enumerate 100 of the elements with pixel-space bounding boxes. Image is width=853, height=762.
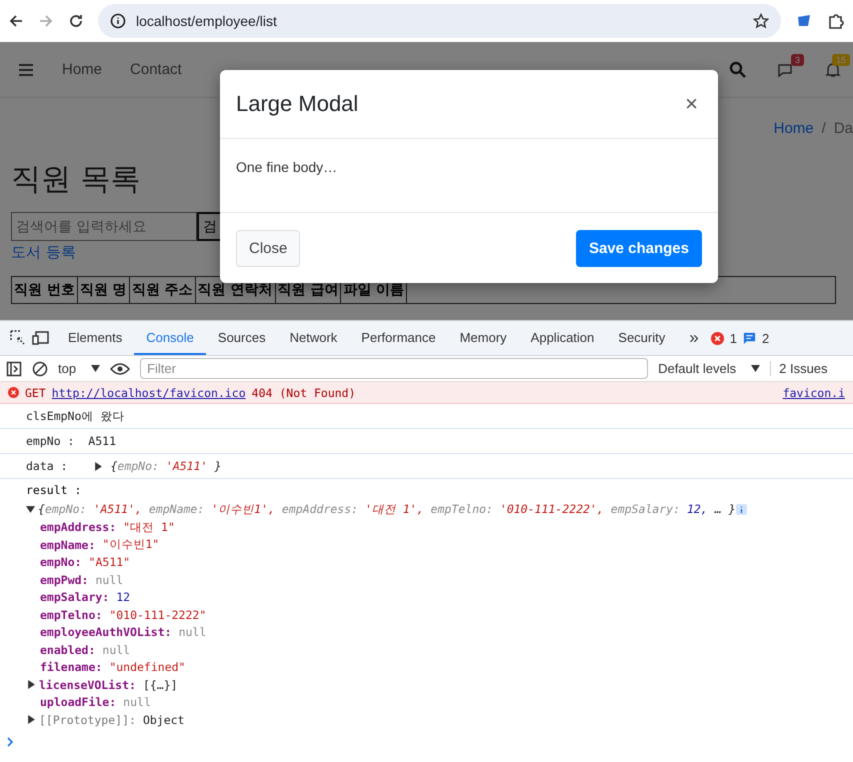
page-title: 직원 목록 (11, 161, 141, 199)
property-value: [{…}] (142, 678, 178, 692)
property-value: "A511" (88, 555, 130, 570)
sidebar-icon[interactable] (6, 360, 22, 376)
collapsed-triangle-icon[interactable] (94, 462, 104, 470)
brace: } (214, 459, 222, 473)
column-header: 직원 명 (77, 276, 130, 304)
preview-key: empNo: (117, 459, 166, 473)
inspect-icon[interactable] (10, 330, 26, 346)
clear-icon[interactable] (32, 360, 48, 376)
issues-button[interactable]: 2 Issues (770, 361, 828, 376)
preview-key: empName: (148, 502, 212, 516)
preview-value: '대전 1', (365, 502, 424, 516)
property-value: null (102, 642, 130, 657)
collapsed-triangle-icon[interactable] (27, 680, 36, 690)
preview-key: empSalary: (610, 502, 687, 516)
property-value: null (178, 625, 206, 640)
log-message: empNo : A511 (26, 434, 116, 448)
property-key: uploadFile: (40, 695, 116, 710)
address-bar[interactable]: localhost/employee/list (98, 4, 781, 38)
property-key: enabled: (40, 642, 96, 657)
breadcrumb-current: Da (834, 120, 853, 137)
context-dropdown[interactable]: top (58, 361, 76, 376)
modal-title: Large Modal (236, 91, 358, 117)
preview-key: empTelno: (430, 502, 500, 516)
request-method: GET (25, 386, 46, 400)
more-tabs[interactable]: » (683, 328, 705, 348)
preview-value: '이수빈1', (211, 502, 275, 516)
property-value: 12 (116, 590, 130, 604)
property-value: "undefined" (109, 660, 186, 674)
source-link[interactable]: favicon.i (782, 386, 845, 400)
close-button[interactable]: Close (236, 230, 300, 266)
error-icon (8, 387, 19, 398)
more-ellipsis[interactable]: … (714, 502, 722, 516)
preview-value: '010-111-2222', (500, 502, 604, 516)
nav-link[interactable]: Contact (130, 61, 182, 78)
property-value: null (95, 572, 124, 587)
property-value: "이수빈1" (102, 537, 160, 552)
property-key: empAddress: (40, 520, 116, 534)
preview-key: empNo: (44, 502, 94, 516)
filter-field[interactable]: Filter (140, 358, 648, 379)
message-icon[interactable] (742, 332, 756, 344)
devtools-tab[interactable]: Console (134, 321, 206, 355)
reload-icon[interactable] (68, 13, 84, 29)
device-icon[interactable] (32, 330, 50, 346)
preview-value: 12, (686, 502, 708, 516)
nav-link[interactable]: Home (62, 61, 102, 78)
notification-badge: 3 (790, 54, 804, 66)
devtools-tab[interactable]: Memory (448, 321, 519, 355)
brace: { (38, 502, 45, 516)
levels-dropdown[interactable]: Default levels (658, 361, 736, 376)
breadcrumb-separator: / (822, 120, 826, 137)
search-icon[interactable] (729, 60, 747, 78)
devtools-tab[interactable]: Elements (56, 321, 134, 355)
devtools-tab[interactable]: Application (518, 321, 606, 355)
brace: { (110, 459, 118, 473)
menu-icon[interactable] (18, 62, 34, 76)
chat-icon[interactable] (777, 62, 795, 78)
log-label: data : (26, 459, 69, 473)
property-value: "대전 1" (123, 520, 175, 535)
preview-value: 'A511', (93, 502, 142, 516)
notification-badge: 15 (832, 54, 850, 66)
url-text: localhost/employee/list (136, 13, 278, 29)
devtools-tab[interactable]: Security (606, 321, 678, 355)
back-icon[interactable] (8, 13, 24, 29)
info-icon[interactable] (110, 13, 126, 29)
property-key: [[Prototype]]: (39, 712, 136, 727)
column-header: 직원 주소 (129, 276, 196, 304)
brace: } (728, 502, 736, 516)
property-key: empPwd: (40, 572, 88, 587)
request-url-link[interactable]: http://localhost/favicon.ico (52, 386, 246, 400)
preview-value: 'A511' (166, 459, 208, 473)
save-button[interactable]: Save changes (576, 230, 702, 266)
column-header: 직원 번호 (12, 276, 78, 304)
devtools-tab[interactable]: Network (278, 321, 350, 355)
property-value: "010-111-2222" (109, 608, 206, 622)
property-key: empSalary: (40, 590, 110, 604)
search-field[interactable]: 검색어를 입력하세요 (11, 212, 197, 241)
property-key: licenseVOList: (39, 678, 136, 692)
caret-icon[interactable] (751, 365, 760, 372)
modal-body-text: One fine body… (236, 159, 338, 175)
prompt-icon[interactable] (6, 736, 14, 746)
bell-icon[interactable] (825, 62, 841, 78)
log-message: clsEmpNo에 왔다 (26, 408, 124, 424)
devtools-tab[interactable]: Performance (349, 321, 448, 355)
puzzle-icon[interactable] (827, 12, 845, 30)
eye-icon[interactable] (110, 362, 130, 376)
collapsed-triangle-icon[interactable] (27, 715, 36, 724)
preview-key: empAddress: (282, 502, 366, 516)
close-button[interactable]: × (681, 91, 702, 117)
star-icon[interactable] (753, 13, 769, 29)
property-key: empTelno: (40, 608, 102, 622)
error-icon[interactable] (710, 332, 724, 344)
message-count: 2 (762, 330, 770, 346)
devtools-tab[interactable]: Sources (206, 321, 278, 355)
property-value: null (123, 695, 151, 710)
expanded-triangle-icon[interactable] (26, 505, 35, 514)
caret-icon[interactable] (91, 365, 100, 372)
property-value: Object (142, 712, 184, 727)
log-label: result : (26, 483, 82, 497)
